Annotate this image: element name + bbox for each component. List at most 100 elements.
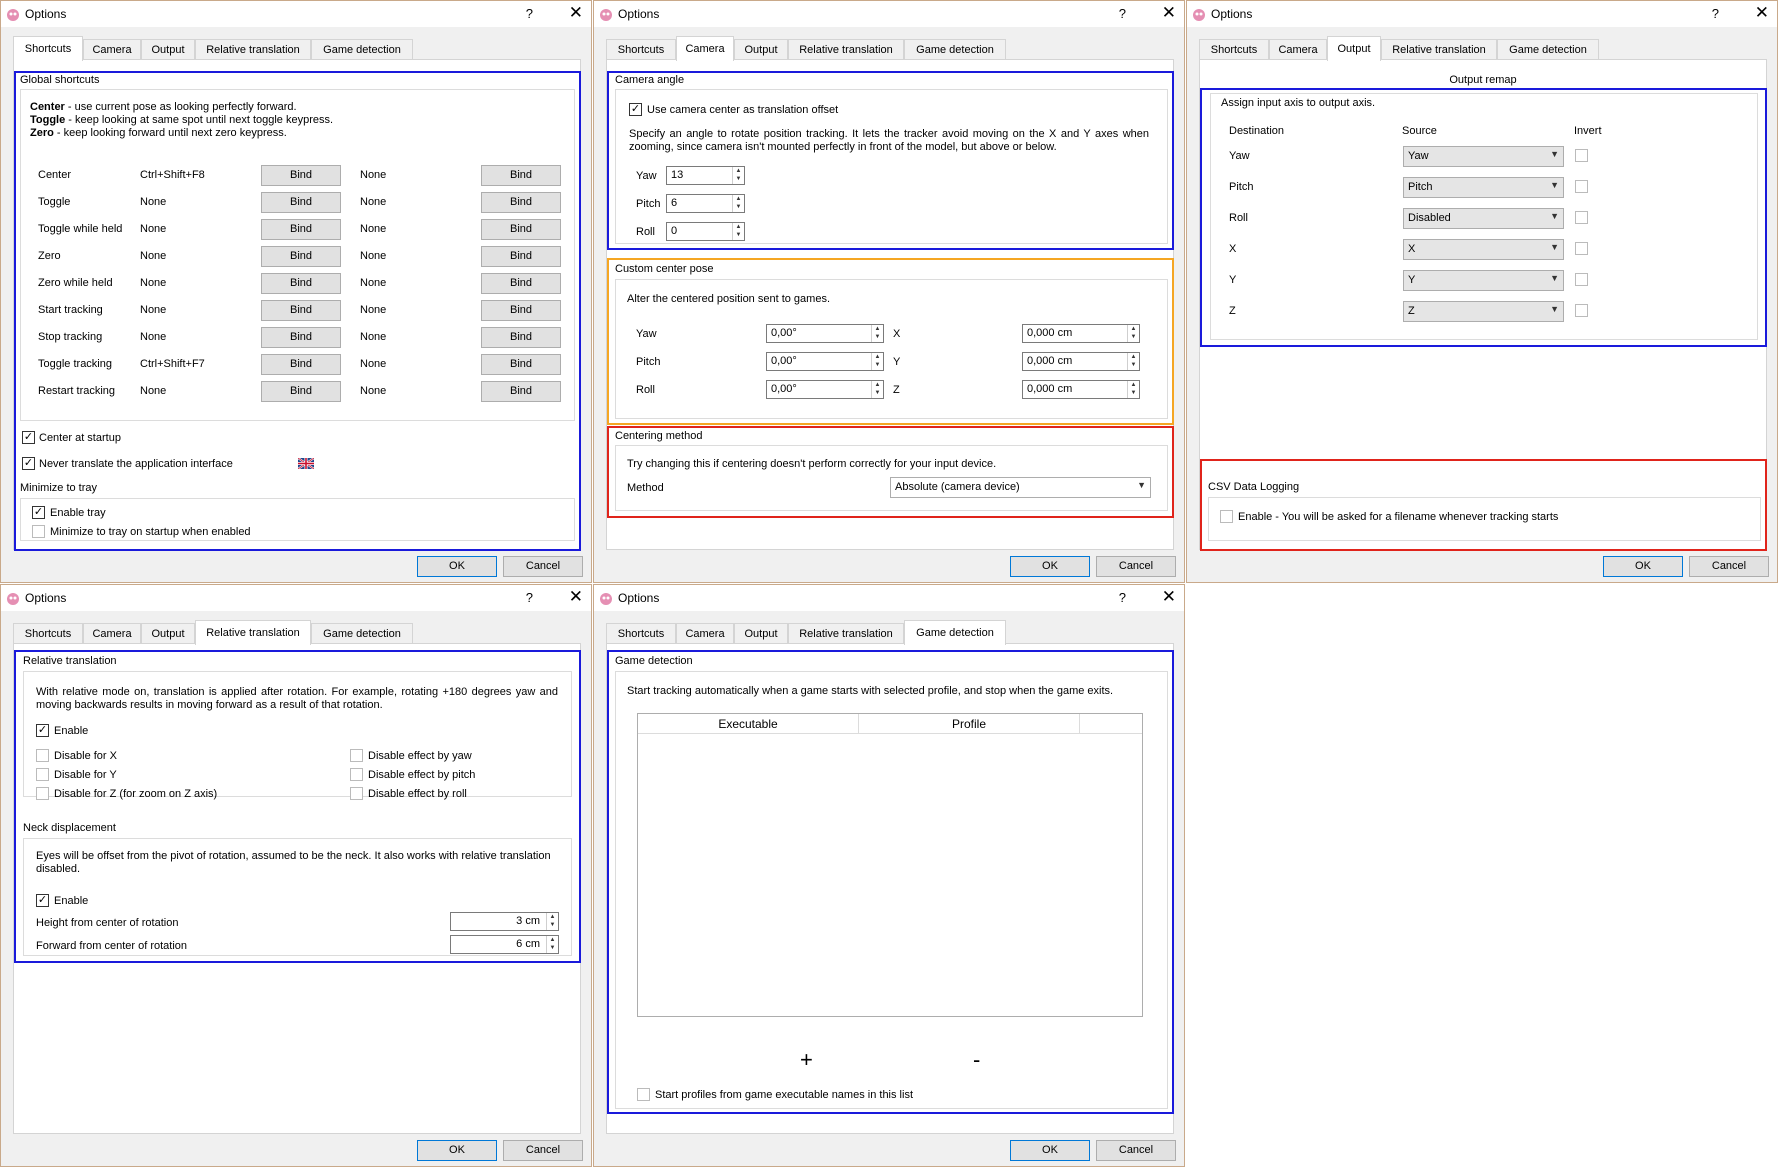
bind-button[interactable]: Bind <box>261 381 341 402</box>
angle-spinbox[interactable]: 13 ▲ ▼ <box>666 166 745 185</box>
disable-axis-checkbox[interactable] <box>36 768 49 781</box>
help-button[interactable]: ? <box>526 6 533 21</box>
tab-shortcuts[interactable]: Shortcuts <box>606 623 676 644</box>
bind-button[interactable]: Bind <box>481 273 561 294</box>
output-source-select[interactable]: Yaw ▼ <box>1403 146 1564 167</box>
executable-column-header[interactable]: Executable <box>638 714 859 734</box>
output-source-select[interactable]: Pitch ▼ <box>1403 177 1564 198</box>
tab-game-detection[interactable]: Game detection <box>1497 39 1599 60</box>
tab-relative-translation[interactable]: Relative translation <box>1381 39 1497 60</box>
bind-button[interactable]: Bind <box>261 165 341 186</box>
tab-output[interactable]: Output <box>141 39 195 60</box>
ok-button[interactable]: OK <box>1603 556 1683 577</box>
csv-enable-checkbox[interactable] <box>1220 510 1233 523</box>
disable-axis-checkbox[interactable] <box>36 749 49 762</box>
enable-tray-checkbox[interactable]: ✓ <box>32 506 45 519</box>
use-camera-center-checkbox[interactable]: ✓ <box>629 103 642 116</box>
ok-button[interactable]: OK <box>1010 556 1090 577</box>
tab-game-detection[interactable]: Game detection <box>311 623 413 644</box>
invert-checkbox[interactable] <box>1575 242 1588 255</box>
tab-camera[interactable]: Camera <box>676 623 734 644</box>
close-icon[interactable]: ✕ <box>1162 3 1176 23</box>
angle-spinbox[interactable]: 0 ▲ ▼ <box>666 222 745 241</box>
spin-arrows-icon[interactable]: ▲ ▼ <box>732 167 744 184</box>
height-spinbox[interactable]: 3 cm ▲ ▼ <box>450 912 559 931</box>
help-button[interactable]: ? <box>1712 6 1719 21</box>
tab-shortcuts[interactable]: Shortcuts <box>13 623 83 644</box>
bind-button[interactable]: Bind <box>481 354 561 375</box>
tab-relative-translation[interactable]: Relative translation <box>195 39 311 60</box>
tab-camera[interactable]: Camera <box>1269 39 1327 60</box>
tab-game-detection[interactable]: Game detection <box>904 39 1006 60</box>
spin-arrows-icon[interactable]: ▲ ▼ <box>546 936 558 953</box>
forward-spinbox[interactable]: 6 cm ▲ ▼ <box>450 935 559 954</box>
neck-enable-checkbox[interactable]: ✓ <box>36 894 49 907</box>
angle-spinbox[interactable]: 6 ▲ ▼ <box>666 194 745 213</box>
bind-button[interactable]: Bind <box>481 219 561 240</box>
tab-camera[interactable]: Camera <box>83 623 141 644</box>
ok-button[interactable]: OK <box>1010 1140 1090 1161</box>
invert-checkbox[interactable] <box>1575 180 1588 193</box>
center-at-startup-checkbox[interactable]: ✓ <box>22 431 35 444</box>
bind-button[interactable]: Bind <box>261 246 341 267</box>
tab-shortcuts[interactable]: Shortcuts <box>1199 39 1269 60</box>
disable-effect-checkbox[interactable] <box>350 768 363 781</box>
tab-camera[interactable]: Camera <box>83 39 141 60</box>
cancel-button[interactable]: Cancel <box>1096 1140 1176 1161</box>
bind-button[interactable]: Bind <box>261 192 341 213</box>
uk-flag-icon[interactable] <box>298 458 314 469</box>
bind-button[interactable]: Bind <box>261 354 341 375</box>
close-icon[interactable]: ✕ <box>1162 587 1176 607</box>
close-icon[interactable]: ✕ <box>569 3 583 23</box>
tab-game-detection[interactable]: Game detection <box>904 620 1006 645</box>
relative-enable-checkbox[interactable]: ✓ <box>36 724 49 737</box>
pose-position-spinbox[interactable]: 0,000 cm ▲ ▼ <box>1022 380 1140 399</box>
game-table[interactable]: Executable Profile <box>637 713 1143 1017</box>
close-icon[interactable]: ✕ <box>1755 3 1769 23</box>
tab-relative-translation[interactable]: Relative translation <box>788 39 904 60</box>
cancel-button[interactable]: Cancel <box>503 556 583 577</box>
disable-effect-checkbox[interactable] <box>350 749 363 762</box>
bind-button[interactable]: Bind <box>481 246 561 267</box>
tab-output[interactable]: Output <box>1327 36 1381 61</box>
method-select[interactable]: Absolute (camera device) ▼ <box>890 477 1151 498</box>
spin-arrows-icon[interactable]: ▲ ▼ <box>1127 381 1139 398</box>
invert-checkbox[interactable] <box>1575 273 1588 286</box>
bind-button[interactable]: Bind <box>481 300 561 321</box>
help-button[interactable]: ? <box>1119 6 1126 21</box>
ok-button[interactable]: OK <box>417 1140 497 1161</box>
ok-button[interactable]: OK <box>417 556 497 577</box>
close-icon[interactable]: ✕ <box>569 587 583 607</box>
help-button[interactable]: ? <box>526 590 533 605</box>
remove-button[interactable]: - <box>973 1047 980 1073</box>
invert-checkbox[interactable] <box>1575 304 1588 317</box>
output-source-select[interactable]: X ▼ <box>1403 239 1564 260</box>
bind-button[interactable]: Bind <box>261 273 341 294</box>
disable-effect-checkbox[interactable] <box>350 787 363 800</box>
bind-button[interactable]: Bind <box>481 381 561 402</box>
bind-button[interactable]: Bind <box>261 300 341 321</box>
cancel-button[interactable]: Cancel <box>503 1140 583 1161</box>
tab-output[interactable]: Output <box>141 623 195 644</box>
tab-game-detection[interactable]: Game detection <box>311 39 413 60</box>
bind-button[interactable]: Bind <box>261 219 341 240</box>
output-source-select[interactable]: Disabled ▼ <box>1403 208 1564 229</box>
tab-relative-translation[interactable]: Relative translation <box>788 623 904 644</box>
spin-arrows-icon[interactable]: ▲ ▼ <box>1127 353 1139 370</box>
spin-arrows-icon[interactable]: ▲ ▼ <box>546 913 558 930</box>
output-source-select[interactable]: Y ▼ <box>1403 270 1564 291</box>
add-button[interactable]: + <box>800 1047 813 1073</box>
spin-arrows-icon[interactable]: ▲ ▼ <box>871 381 883 398</box>
tab-shortcuts[interactable]: Shortcuts <box>606 39 676 60</box>
disable-axis-checkbox[interactable] <box>36 787 49 800</box>
pose-position-spinbox[interactable]: 0,000 cm ▲ ▼ <box>1022 324 1140 343</box>
tab-shortcuts[interactable]: Shortcuts <box>13 36 83 61</box>
pose-position-spinbox[interactable]: 0,000 cm ▲ ▼ <box>1022 352 1140 371</box>
bind-button[interactable]: Bind <box>481 192 561 213</box>
spin-arrows-icon[interactable]: ▲ ▼ <box>732 223 744 240</box>
never-translate-checkbox[interactable]: ✓ <box>22 457 35 470</box>
pose-rotation-spinbox[interactable]: 0,00° ▲ ▼ <box>766 324 884 343</box>
bind-button[interactable]: Bind <box>481 327 561 348</box>
minimize-on-startup-checkbox[interactable] <box>32 525 45 538</box>
tab-camera[interactable]: Camera <box>676 36 734 61</box>
